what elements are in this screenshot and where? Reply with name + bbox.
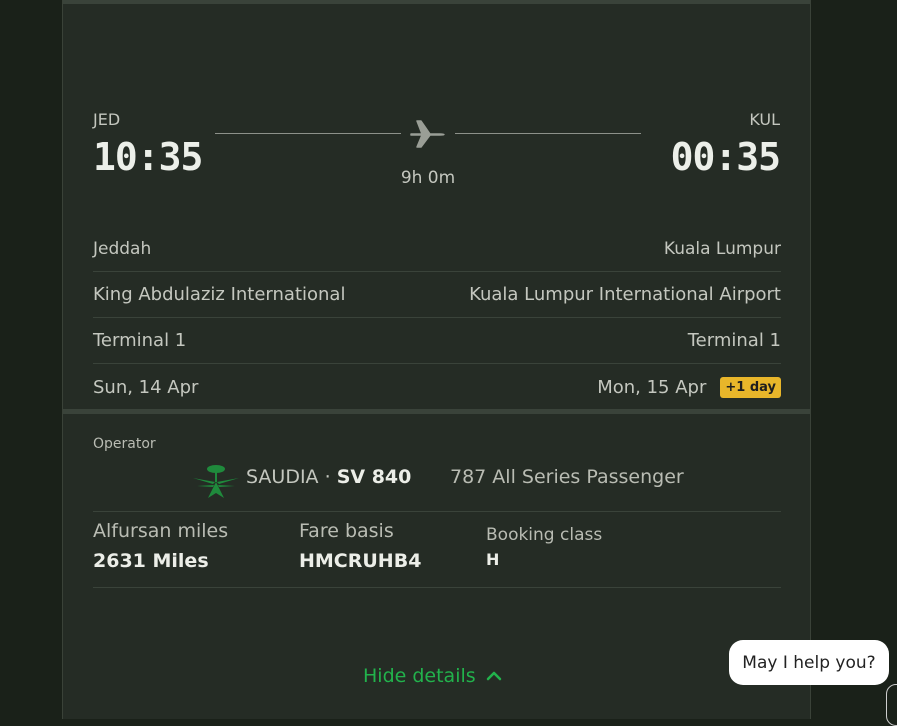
origin-airport: King Abdulaziz International xyxy=(93,284,346,305)
saudia-logo-icon xyxy=(193,465,239,498)
airline-name: SAUDIA xyxy=(246,466,319,488)
top-divider xyxy=(63,0,810,4)
next-day-badge: +1 day xyxy=(720,376,781,398)
origin-terminal: Terminal 1 xyxy=(93,330,187,351)
destination-code: KUL xyxy=(749,110,780,129)
arrival-time: 00:35 xyxy=(670,135,781,179)
miles-value: 2631 Miles xyxy=(93,550,209,572)
aircraft-type: 787 All Series Passenger xyxy=(450,466,684,488)
hide-details-button[interactable]: Hide details xyxy=(363,665,502,687)
route-line-left xyxy=(215,133,401,134)
terminal-row: Terminal 1 Terminal 1 xyxy=(93,318,781,364)
operator-label: Operator xyxy=(93,436,156,452)
chat-help-text: May I help you? xyxy=(742,652,876,673)
arrival-date-group: Mon, 15 Apr +1 day xyxy=(597,376,781,398)
city-row: Jeddah Kuala Lumpur xyxy=(93,226,781,272)
hide-details-label: Hide details xyxy=(363,665,476,687)
miles-label: Alfursan miles xyxy=(93,520,229,542)
fare-basis-label: Fare basis xyxy=(299,520,394,542)
origin-code: JED xyxy=(93,110,121,129)
flight-number: SV 840 xyxy=(336,466,412,488)
plane-icon xyxy=(410,120,445,148)
destination-airport: Kuala Lumpur International Airport xyxy=(469,284,781,305)
fare-basis-value: HMCRUHB4 xyxy=(299,550,422,572)
operator-divider xyxy=(93,511,781,512)
stats-divider xyxy=(93,587,781,588)
departure-date: Sun, 14 Apr xyxy=(93,376,199,398)
chevron-up-icon xyxy=(486,671,501,681)
airline-flight: SAUDIA · SV 840 xyxy=(246,466,411,488)
flight-duration: 9h 0m xyxy=(400,168,456,188)
arrival-date: Mon, 15 Apr xyxy=(597,376,707,398)
flight-details-panel: JED 10:35 KUL 00:35 9h 0m Jeddah Kuala L… xyxy=(62,0,811,719)
route-line-right xyxy=(455,133,641,134)
booking-class-label: Booking class xyxy=(486,525,603,545)
chat-launcher-edge[interactable] xyxy=(886,684,897,726)
section-divider xyxy=(63,409,810,414)
airline-separator: · xyxy=(318,466,337,488)
date-row: Sun, 14 Apr Mon, 15 Apr +1 day xyxy=(93,364,781,410)
destination-city: Kuala Lumpur xyxy=(663,238,781,259)
destination-terminal: Terminal 1 xyxy=(687,330,781,351)
booking-class-value: H xyxy=(486,550,500,569)
chat-help-bubble[interactable]: May I help you? xyxy=(729,640,889,685)
origin-city: Jeddah xyxy=(93,238,152,259)
departure-time: 10:35 xyxy=(93,135,203,179)
airport-row: King Abdulaziz International Kuala Lumpu… xyxy=(93,272,781,318)
